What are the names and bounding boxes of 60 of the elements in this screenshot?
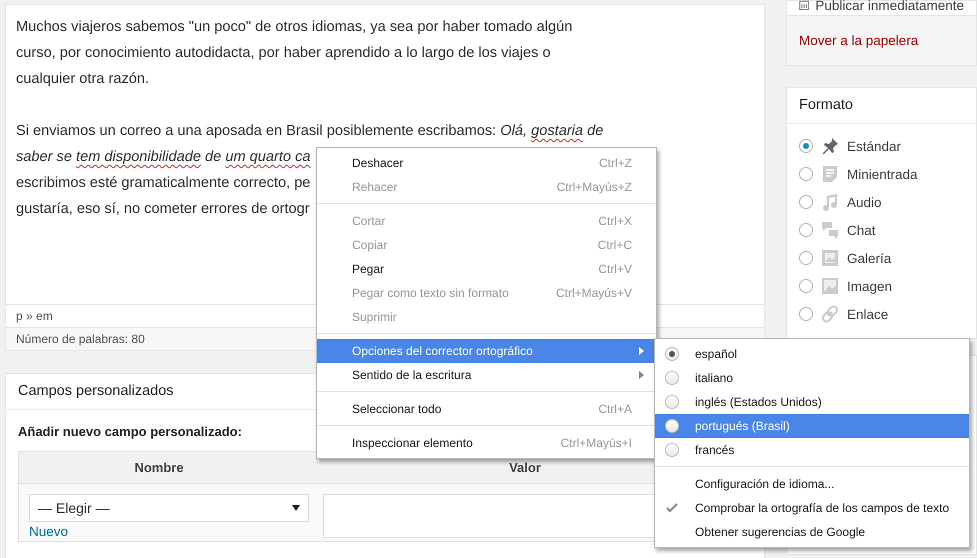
format-label: Chat [847,222,876,238]
paragraph-line: Muchos viajeros sabemos "un poco" de otros idiomas, ya sea por haber tomado algún [16,18,572,37]
menu-item[interactable]: Configuración de idioma... [655,472,969,496]
format-label: Estándar [847,138,902,154]
paragraph-line: escribimos esté gramaticalmente correcto, pe [16,174,310,193]
language-option[interactable]: italiano [655,366,969,390]
radio-button[interactable] [665,443,679,457]
menu-item[interactable]: Opciones del corrector ortográfico [317,339,656,363]
menu-item[interactable]: Comprobar la ortografía de los campos de texto [655,496,969,520]
radio-button[interactable] [799,167,813,181]
pin-icon [821,137,839,155]
menu-item[interactable]: Sentido de la escritura [317,363,656,387]
radio-button[interactable] [665,347,679,361]
menu-item[interactable]: Deshacer Ctrl+Z [317,151,656,175]
column-header: Valor [508,459,542,477]
panel-title: Formato [799,97,853,113]
format-label: Minientrada [847,166,918,182]
chain-link-icon [821,305,839,323]
menu-item[interactable]: Inspeccionar elemento Ctrl+Mayús+I [317,431,656,455]
word-count: Número de palabras: 80 [16,332,145,346]
caret-icon [292,505,300,511]
radio-button[interactable] [799,307,813,321]
calendar-icon [799,0,810,12]
trash-link[interactable]: Mover a la papelera [799,33,918,48]
paragraph-line: curso, por conocimiento autodidacta, por haber aprendido a lo largo de los viajes o [16,44,551,63]
element-path: p » em [16,309,53,323]
radio-button[interactable] [799,251,813,265]
format-label: Enlace [847,306,888,322]
panel-title: Campos personalizados [18,383,174,399]
publish-label: Publicar inmediatamente [815,0,964,12]
language-option[interactable]: portugués (Brasil) [655,414,969,438]
new-link[interactable]: Nuevo [29,524,68,539]
radio-button[interactable] [799,139,813,153]
radio-button[interactable] [665,371,679,385]
document-icon [821,165,839,183]
speech-bubbles-icon [821,221,839,239]
menu-item[interactable]: Seleccionar todo Ctrl+A [317,397,656,421]
section-label: Añadir nuevo campo personalizado: [18,424,242,439]
music-note-icon [821,193,839,211]
radio-button[interactable] [799,279,813,293]
menu-item[interactable]: Pegar Ctrl+V [317,257,656,281]
radio-button[interactable] [799,195,813,209]
paragraph-line: cualquier otra razón. [16,70,150,89]
picture-frame-icon [821,249,839,267]
picture-icon [821,277,839,295]
menu-item[interactable]: Obtener sugerencias de Google [655,520,969,544]
language-option[interactable]: inglés (Estados Unidos) [655,390,969,414]
paragraph-line: gustaría, eso sí, no cometer errores de ortogr [16,200,310,219]
paragraph-line: saber se tem disponibilidade de um quarto ca [16,148,311,167]
format-label: Galería [847,250,892,266]
radio-button[interactable] [665,419,679,433]
radio-button[interactable] [799,223,813,237]
column-header: Nombre [133,459,185,477]
radio-button[interactable] [665,395,679,409]
format-label: Imagen [847,278,892,294]
language-option[interactable]: francés [655,438,969,462]
language-option[interactable]: español [655,342,969,366]
format-label: Audio [847,194,882,210]
paragraph-line: Si enviamos un correo a una aposada en Brasil posiblemente escribamos: Olá, gostaria de [16,122,604,141]
name-select[interactable]: — Elegir — [29,494,309,522]
